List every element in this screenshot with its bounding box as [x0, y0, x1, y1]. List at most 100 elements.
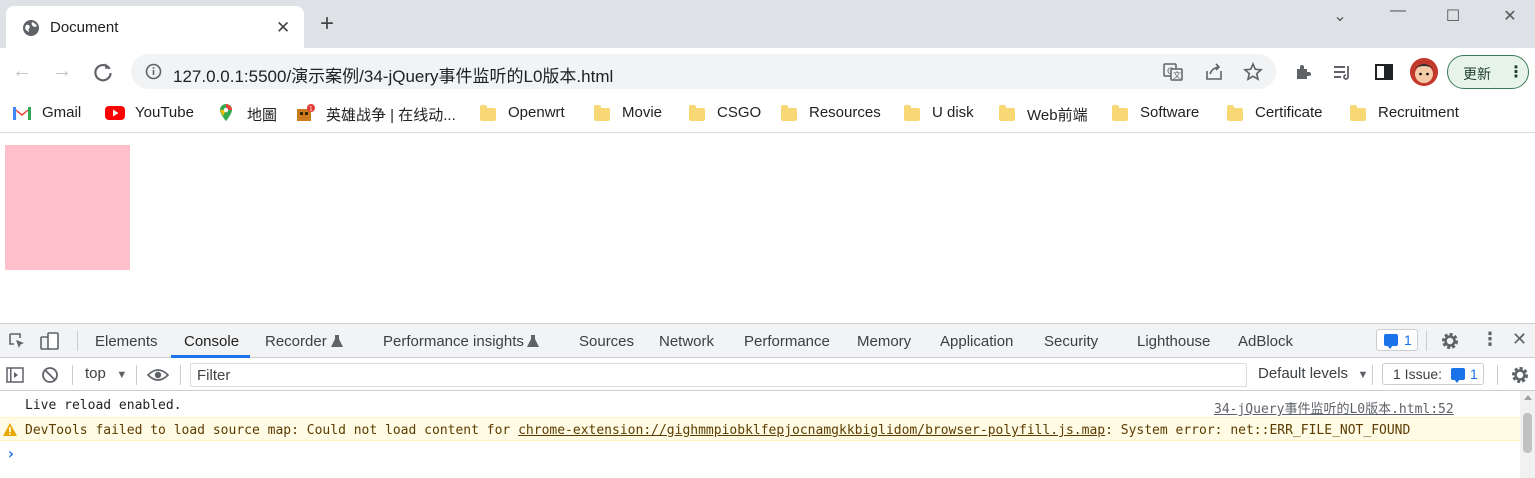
devtools-tab-bar: Elements Console Recorder Performance in… — [0, 324, 1535, 358]
issue-message-icon — [1451, 368, 1465, 383]
tab-adblock[interactable]: AdBlock — [1238, 333, 1293, 350]
message-icon — [1384, 334, 1398, 349]
tab-elements[interactable]: Elements — [95, 333, 158, 350]
tab-sources[interactable]: Sources — [579, 333, 634, 350]
warning-text: DevTools failed to load source map: Coul… — [25, 423, 519, 438]
console-prompt[interactable]: › — [0, 443, 1520, 465]
tab-application[interactable]: Application — [940, 333, 1013, 350]
extensions-icon[interactable] — [1293, 62, 1313, 82]
bookmark-star-icon[interactable] — [1243, 62, 1263, 82]
tab-performance-insights[interactable]: Performance insights — [383, 333, 524, 350]
tab-title: Document — [50, 19, 119, 36]
issues-label: 1 Issue: — [1393, 366, 1443, 382]
new-tab-button[interactable]: + — [320, 12, 334, 36]
bookmark-label: Software — [1140, 104, 1200, 121]
media-controls-icon[interactable] — [1333, 62, 1353, 82]
site-info-icon[interactable] — [145, 63, 162, 80]
bookmark-label: Openwrt — [508, 104, 565, 121]
folder-icon — [997, 104, 1017, 122]
more-menu-icon[interactable]: ⋮ — [1508, 62, 1524, 82]
console-toolbar: top ▼ Filter Default levels ▼ 1 Issue: 1 — [0, 359, 1535, 391]
console-warning-line: DevTools failed to load source map: Coul… — [0, 417, 1520, 441]
minimize-button[interactable]: — — [1386, 2, 1410, 22]
separator — [136, 365, 137, 385]
folder-icon — [1348, 104, 1368, 122]
sidebar-toggle-icon[interactable] — [6, 366, 24, 384]
context-label: top — [85, 365, 106, 382]
folder-icon — [1225, 104, 1245, 122]
bookmark-label: Certificate — [1255, 104, 1323, 121]
folder-icon — [1110, 104, 1130, 122]
side-panel-icon[interactable] — [1374, 62, 1394, 82]
address-bar[interactable]: 127.0.0.1:5500/演示案例/34-jQuery事件监听的L0版本.h… — [131, 54, 1276, 89]
tab-network[interactable]: Network — [659, 333, 714, 350]
update-button[interactable]: 更新 ⋮ — [1447, 55, 1529, 89]
folder-icon — [687, 104, 707, 122]
update-label: 更新 — [1463, 66, 1491, 82]
log-message: Live reload enabled. — [25, 398, 182, 413]
youtube-icon — [105, 106, 125, 120]
tab-lighthouse[interactable]: Lighthouse — [1137, 333, 1210, 350]
devtools-panel: Elements Console Recorder Performance in… — [0, 323, 1535, 478]
bookmark-label: U disk — [932, 104, 974, 121]
console-settings-icon[interactable] — [1510, 365, 1530, 385]
share-icon[interactable] — [1204, 62, 1224, 82]
separator — [1497, 365, 1498, 385]
folder-icon — [592, 104, 612, 122]
browser-toolbar: ← → 127.0.0.1:5500/演示案例/34-jQuery事件监听的L0… — [0, 48, 1535, 95]
tab-recorder[interactable]: Recorder — [265, 333, 327, 350]
reload-icon[interactable] — [91, 60, 115, 84]
inspect-element-icon[interactable] — [8, 332, 26, 350]
tab-performance[interactable]: Performance — [744, 333, 830, 350]
separator — [1426, 331, 1427, 351]
clear-console-icon[interactable] — [41, 366, 59, 384]
tab-memory[interactable]: Memory — [857, 333, 911, 350]
console-filter-input[interactable]: Filter — [190, 363, 1247, 387]
active-tab-indicator — [171, 355, 250, 358]
context-selector[interactable]: top ▼ — [85, 365, 127, 385]
device-toolbar-icon[interactable] — [40, 331, 60, 351]
profile-avatar[interactable] — [1410, 58, 1438, 86]
tab-strip: Document ✕ + ⌄ — ☐ ✕ — [0, 0, 1535, 48]
log-levels-dropdown[interactable]: Default levels ▼ — [1258, 365, 1368, 385]
settings-gear-icon[interactable] — [1440, 331, 1460, 351]
bookmark-label: 英雄战争 | 在线动... — [326, 107, 456, 124]
separator — [77, 331, 78, 351]
back-button[interactable]: ← — [10, 59, 34, 83]
url-text: 127.0.0.1:5500/演示案例/34-jQuery事件监听的L0版本.h… — [173, 67, 614, 86]
tab-console[interactable]: Console — [184, 333, 239, 350]
live-expression-eye-icon[interactable] — [147, 367, 169, 383]
translate-icon[interactable]: G 文 — [1163, 62, 1183, 82]
filter-placeholder: Filter — [197, 367, 231, 384]
log-source-link[interactable]: 34-jQuery事件监听的L0版本.html:52 — [1214, 398, 1454, 417]
bookmark-label: 地圖 — [247, 107, 278, 124]
pink-box[interactable] — [5, 145, 130, 270]
svg-text:1: 1 — [309, 106, 313, 113]
window-close-button[interactable]: ✕ — [1498, 6, 1522, 26]
prompt-chevron-icon: › — [6, 444, 16, 463]
console-log-line: Live reload enabled. 34-jQuery事件监听的L0版本.… — [0, 394, 1520, 417]
forward-button[interactable]: → — [50, 59, 74, 83]
maximize-button[interactable]: ☐ — [1441, 6, 1465, 26]
bookmark-label: Recruitment — [1378, 104, 1459, 121]
tab-security[interactable]: Security — [1044, 333, 1098, 350]
tab-search-chevron-icon[interactable]: ⌄ — [1328, 6, 1352, 26]
bookmark-label: Resources — [809, 104, 881, 121]
tab-close-icon[interactable]: ✕ — [276, 18, 290, 38]
messages-badge[interactable]: 1 — [1376, 329, 1418, 351]
scroll-up-arrow-icon[interactable] — [1524, 395, 1532, 400]
flask-icon — [527, 335, 539, 347]
game-icon: 1 — [297, 104, 315, 121]
svg-text:文: 文 — [1173, 70, 1181, 80]
browser-tab[interactable]: Document ✕ — [6, 6, 304, 48]
maps-icon — [220, 104, 232, 121]
devtools-close-icon[interactable]: ✕ — [1512, 329, 1527, 350]
dropdown-arrow-icon: ▼ — [1357, 369, 1369, 381]
scrollbar-thumb[interactable] — [1523, 413, 1532, 453]
console-scrollbar[interactable] — [1520, 391, 1535, 478]
warning-source-link[interactable]: chrome-extension://gighmmpiobklfepjocnam… — [518, 423, 1105, 438]
folder-icon — [779, 104, 799, 122]
devtools-menu-icon[interactable]: ⋮ — [1481, 329, 1499, 350]
issues-button[interactable]: 1 Issue: 1 — [1382, 363, 1484, 385]
bookmark-label: YouTube — [135, 104, 194, 121]
